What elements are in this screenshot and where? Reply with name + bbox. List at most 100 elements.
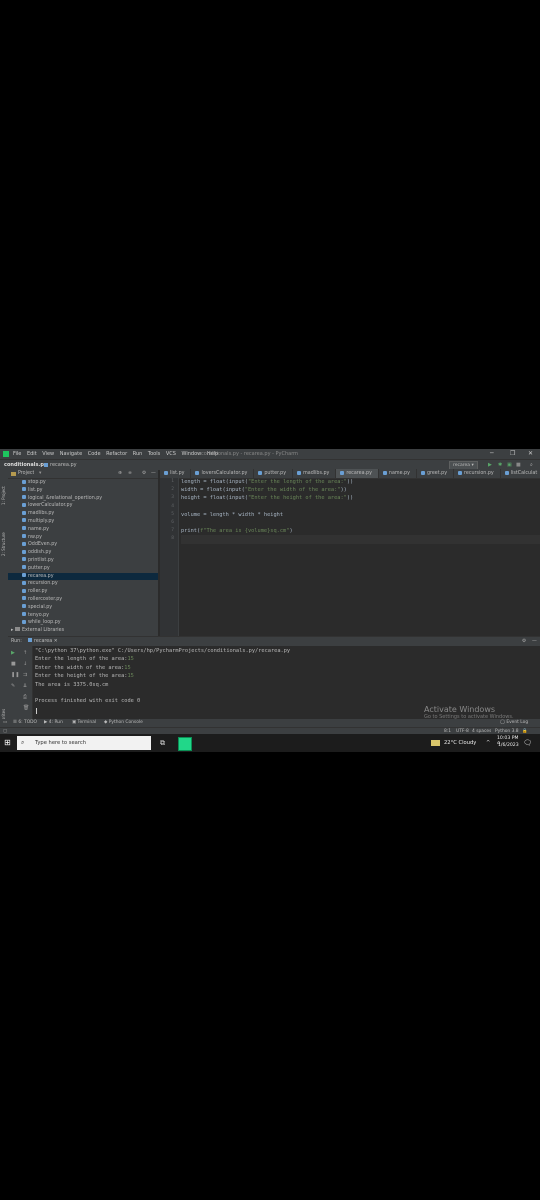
code-token: )) — [340, 487, 347, 494]
todo-tab[interactable]: ☰ 6: TODO — [13, 719, 37, 727]
layout-icon[interactable]: ▭ — [3, 719, 7, 727]
file-tree-item[interactable]: rollercoster.py — [8, 596, 158, 604]
file-tree-item[interactable]: putter.py — [8, 565, 158, 573]
file-tree-item[interactable]: logical_&relational_opertion.py — [8, 495, 158, 503]
editor-tab[interactable]: greet.py — [417, 469, 455, 478]
external-libraries[interactable]: ▸ External Libraries — [8, 627, 158, 635]
file-tree-item[interactable]: nw.py — [8, 534, 158, 542]
down-arrow-icon[interactable]: ↓ — [23, 661, 27, 667]
code-token: height = float(input( — [181, 495, 248, 502]
file-tree-item[interactable]: stop.py — [8, 479, 158, 487]
editor-tab[interactable]: putter.py — [254, 469, 294, 478]
screenshot: File Edit View Navigate Code Refactor Ru… — [0, 449, 540, 752]
collapse-icon[interactable]: ≑ — [128, 469, 132, 478]
minimize-icon[interactable]: ─ — [490, 449, 494, 459]
editor-tab[interactable]: name.py — [379, 469, 417, 478]
menu-navigate[interactable]: Navigate — [60, 451, 82, 457]
gear-icon[interactable]: ⚙ — [522, 637, 526, 646]
close-icon[interactable]: ✕ — [528, 449, 533, 459]
run-tab[interactable]: ▶ 4: Run — [44, 719, 63, 727]
file-name: while_loop.py — [28, 620, 61, 626]
file-tree-item[interactable]: OddEven.py — [8, 541, 158, 549]
python-file-icon — [22, 565, 26, 570]
gear-icon[interactable]: ⚙ — [142, 469, 146, 478]
chevron-up-icon[interactable]: ^ — [486, 734, 490, 752]
file-tree-item[interactable]: multiply.py — [8, 518, 158, 526]
python-file-icon — [382, 470, 387, 475]
task-view-icon[interactable]: ⧉ — [160, 734, 165, 752]
line-number: 6 — [171, 519, 174, 525]
menu-edit[interactable]: Edit — [27, 451, 37, 457]
tab-label: recarea.py — [346, 471, 372, 476]
file-tree-item[interactable]: while_loop.py — [8, 619, 158, 627]
file-tree-item[interactable]: roller.py — [8, 588, 158, 596]
python-file-icon — [44, 463, 48, 467]
menu-tools[interactable]: Tools — [148, 451, 160, 457]
file-tree-item[interactable]: oddish.py — [8, 549, 158, 557]
hide-icon[interactable]: — — [532, 637, 537, 646]
menu-code[interactable]: Code — [88, 451, 101, 457]
menu-vcs[interactable]: VCS — [166, 451, 176, 457]
event-log-tab[interactable]: ◯ Event Log — [500, 719, 528, 727]
clock-date[interactable]: 1/6/2023 — [498, 737, 519, 752]
run-tab-recarea[interactable]: recarea ✕ — [28, 637, 58, 646]
code-editor[interactable]: length = float(input("Enter the length o… — [181, 478, 540, 636]
taskbar-search-input[interactable]: ⌕ Type here to search — [17, 736, 151, 750]
notification-icon[interactable]: 🗨 — [523, 734, 532, 752]
terminal-tab[interactable]: ▣ Terminal — [72, 719, 96, 727]
scroll-end-icon[interactable]: ⇊ — [23, 683, 27, 689]
activate-windows-title: Activate Windows — [424, 705, 496, 714]
editor-tab[interactable]: recursion.py — [454, 469, 501, 478]
menu-file[interactable]: File — [13, 451, 21, 457]
editor-tab[interactable]: loversCalculator.py — [191, 469, 255, 478]
soft-wrap-icon[interactable]: ⇉ — [23, 672, 27, 678]
menu-window[interactable]: Window — [182, 451, 202, 457]
file-tree-item[interactable]: name.py — [8, 526, 158, 534]
editor-tab[interactable]: listCalculat — [501, 469, 540, 478]
locate-icon[interactable]: ⊕ — [118, 469, 122, 478]
file-tree-item[interactable]: tenyo.py — [8, 612, 158, 620]
structure-tool-tab[interactable]: 2: Structure — [1, 532, 6, 556]
console-line: The area is 3375.0sq.cm — [35, 681, 290, 689]
line-number: 4 — [171, 503, 174, 509]
console-output[interactable]: "C:\python 37\python.exe" C:/Users/hp/Py… — [35, 647, 290, 706]
python-console-tab[interactable]: ◆ Python Console — [104, 719, 143, 727]
menu-refactor[interactable]: Refactor — [106, 451, 127, 457]
file-name: madlibs.py — [28, 511, 55, 517]
python-file-icon — [504, 470, 509, 475]
rerun-icon[interactable]: ▶ — [11, 650, 15, 656]
pycharm-taskbar-icon[interactable] — [178, 737, 192, 751]
editor-tab[interactable]: list.py — [160, 469, 192, 478]
up-arrow-icon[interactable]: ↑ — [23, 650, 27, 656]
line-number: 2 — [171, 487, 174, 493]
menu-view[interactable]: View — [42, 451, 54, 457]
hide-icon[interactable]: — — [151, 469, 156, 478]
pause-icon[interactable]: ❚❚ — [11, 672, 19, 678]
file-tree-item[interactable]: list.py — [8, 487, 158, 495]
file-name: oddish.py — [28, 550, 52, 556]
file-tree-item[interactable]: recarea.py — [8, 572, 158, 581]
stop-icon[interactable]: ■ — [11, 661, 16, 667]
file-name: nw.py — [28, 534, 42, 540]
menu-bar: File Edit View Navigate Code Refactor Ru… — [13, 449, 222, 459]
file-tree-item[interactable]: special.py — [8, 604, 158, 612]
project-title[interactable]: Project — [18, 469, 34, 478]
pin-icon[interactable]: ✎ — [11, 683, 15, 689]
file-tree-item[interactable]: lowerCalculator.py — [8, 502, 158, 510]
tab-label: list.py — [170, 471, 185, 476]
menu-run[interactable]: Run — [133, 451, 143, 457]
maximize-icon[interactable]: ❐ — [510, 449, 515, 459]
file-tree-item[interactable]: madlibs.py — [8, 510, 158, 518]
print-icon[interactable]: ⎙ — [23, 694, 27, 700]
file-tree-item[interactable]: recursion.py — [8, 580, 158, 588]
editor-tab[interactable]: madlibs.py — [293, 469, 337, 478]
chevron-down-icon[interactable]: ▾ — [39, 469, 41, 478]
weather-text[interactable]: 22°C Cloudy — [444, 734, 476, 752]
file-tree-item[interactable]: printlist.py — [8, 557, 158, 565]
trash-icon[interactable]: 🗑 — [23, 705, 29, 711]
project-tool-tab[interactable]: 1: Project — [1, 486, 6, 505]
tab-label: name.py — [388, 471, 410, 476]
windows-start-icon[interactable]: ⊞ — [4, 739, 12, 747]
